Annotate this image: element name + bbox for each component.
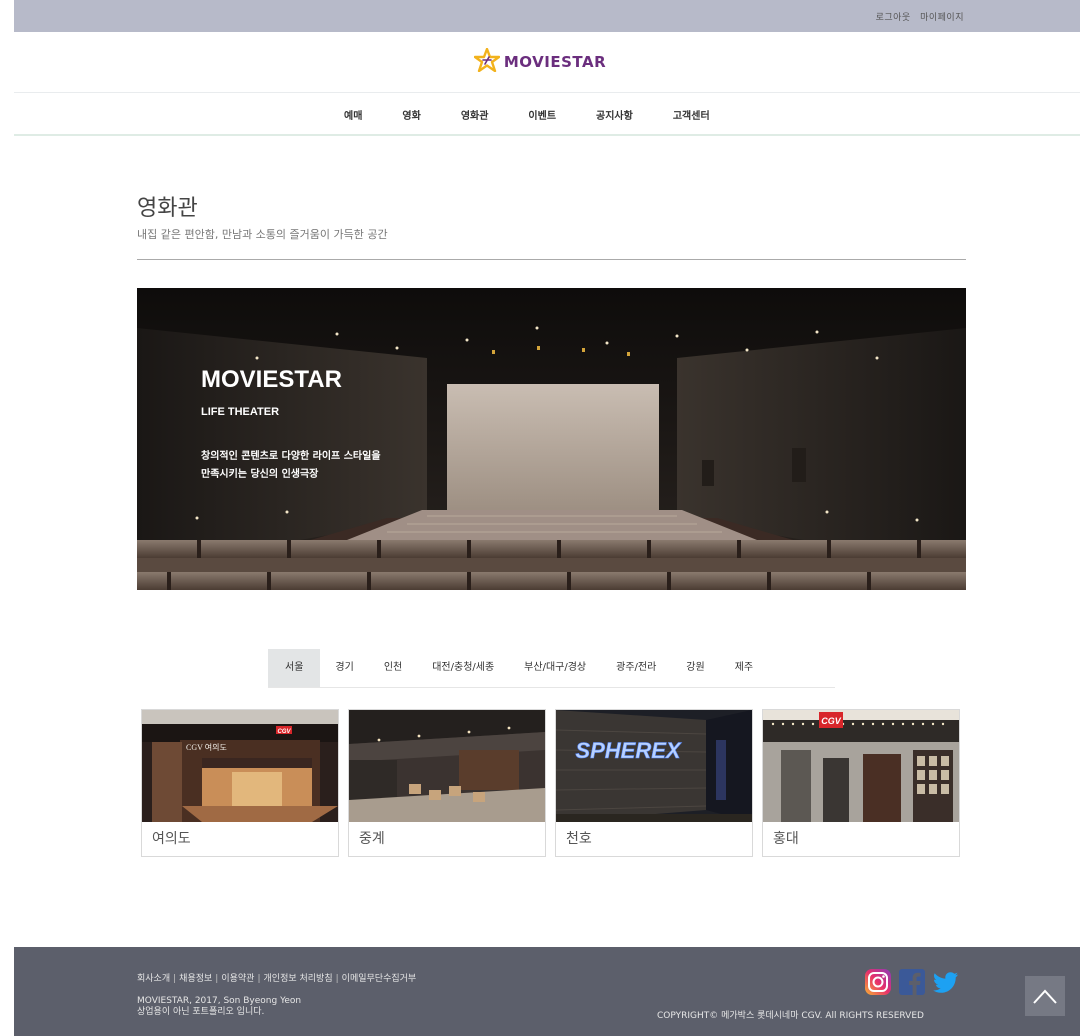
page-subtitle: 내집 같은 편안함, 만남과 소통의 즐거움이 가득한 공간 [137,228,388,241]
separator: | [215,974,219,984]
nav-item-theater[interactable]: 영화관 [461,107,489,122]
theater-photo-yeouido: CGV CGV 여의도 [142,710,338,822]
tab-jeju[interactable]: 제주 [720,649,768,687]
tab-gyeonggi[interactable]: 경기 [320,649,368,687]
social-links [864,968,960,996]
footer-info-line1: MOVIESTAR, 2017, Son Byeong Yeon [137,996,302,1006]
region-tabs: 서울 경기 인천 대전/충청/세종 부산/대구/경상 광주/전라 강원 제주 [268,649,835,688]
footer-link-recruit[interactable]: 채용정보 [179,974,212,984]
nav-item-reserve[interactable]: 예매 [344,107,362,122]
footer-info-line2: 상업용이 아닌 포트폴리오 입니다. [137,1007,265,1017]
hero-copy-line1: 창의적인 콘텐츠로 다양한 라이프 스타일을 [201,451,381,462]
mypage-link[interactable]: 마이페이지 [920,13,964,23]
sign-cgv-brand: CGV [277,729,291,735]
theater-photo-cheonho: SPHEREX [556,710,752,822]
footer-info: MOVIESTAR, 2017, Son Byeong Yeon 상업용이 아닌… [137,996,301,1018]
separator: | [335,974,339,984]
hero-copy-line2: 만족시키는 당신의 인생극장 [201,469,319,480]
nav-item-support[interactable]: 고객센터 [673,107,710,122]
logo-text: MOVIESTAR [503,53,607,71]
tab-incheon[interactable]: 인천 [369,649,417,687]
logout-link[interactable]: 로그아웃 [876,13,911,23]
footer-copyright: COPYRIGHT© 메가박스 롯데시네마 CGV. All RIGHTS RE… [657,1011,924,1021]
divider [137,259,966,260]
footer-link-email-policy[interactable]: 이메일무단수집거부 [342,974,417,984]
theater-photo-hongdae: CGV [763,710,959,822]
footer-link-company[interactable]: 회사소개 [137,974,170,984]
theater-card-yeouido[interactable]: CGV CGV 여의도 여의도 [141,709,339,857]
theater-name: 중계 [359,831,385,847]
tab-gangwon[interactable]: 강원 [671,649,719,687]
sign-spherex: SPHEREX [575,738,681,763]
nav-item-movie[interactable]: 영화 [402,107,420,122]
separator: | [257,974,261,984]
separator: | [173,974,177,984]
theater-photo-junggye [349,710,545,822]
footer-link-privacy[interactable]: 개인정보 처리방침 [264,974,333,984]
page-title: 영화관 [137,196,198,221]
footer: 회사소개 | 채용정보 | 이용약관 | 개인정보 처리방침 | 이메일무단수집거부 MOVIE… [14,947,1080,1036]
theater-hall-image [137,288,966,590]
theater-name: 홍대 [773,831,799,847]
top-utility-bar: 로그아웃 마이페이지 [14,0,1080,32]
star-logo-icon [473,47,501,76]
nav-item-notice[interactable]: 공지사항 [596,107,633,122]
logo-area: MOVIESTAR [0,32,1080,92]
hero-title: MOVIESTAR [201,366,342,393]
scroll-top-button[interactable] [1025,976,1065,1016]
tab-seoul[interactable]: 서울 [268,649,321,687]
tab-daejeon[interactable]: 대전/충청/세종 [417,649,509,687]
theater-card-cheonho[interactable]: SPHEREX 천호 [555,709,753,857]
sign-cgv-hongdae: CGV [821,716,842,726]
footer-link-terms[interactable]: 이용약관 [221,974,254,984]
main-nav: 예매 영화 영화관 이벤트 공지사항 고객센터 [14,92,1080,136]
theater-name: 천호 [566,831,592,847]
hero-banner: MOVIESTAR LIFE THEATER 창의적인 콘텐츠로 다양한 라이프… [137,288,966,590]
twitter-icon[interactable] [932,968,960,996]
theater-list: CGV CGV 여의도 여의도 중계 SPHEREX 천호 CGV 홍대 [141,709,960,857]
theater-card-junggye[interactable]: 중계 [348,709,546,857]
hero-copy: 창의적인 콘텐츠로 다양한 라이프 스타일을 만족시키는 당신의 인생극장 [201,448,381,484]
chevron-up-icon [1033,989,1057,1004]
theater-name: 여의도 [152,831,191,847]
tab-gwangju[interactable]: 광주/전라 [601,649,671,687]
theater-card-hongdae[interactable]: CGV 홍대 [762,709,960,857]
hero-tagline: LIFE THEATER [201,406,280,418]
footer-links: 회사소개 | 채용정보 | 이용약관 | 개인정보 처리방침 | 이메일무단수집거부 [137,971,416,984]
tab-busan[interactable]: 부산/대구/경상 [509,649,601,687]
facebook-icon[interactable] [898,968,926,996]
logo[interactable]: MOVIESTAR [473,47,607,76]
util-links: 로그아웃 마이페이지 [870,10,964,23]
sign-cgv-yeouido: CGV 여의도 [186,742,227,752]
nav-item-event[interactable]: 이벤트 [528,107,556,122]
instagram-icon[interactable] [864,968,892,996]
